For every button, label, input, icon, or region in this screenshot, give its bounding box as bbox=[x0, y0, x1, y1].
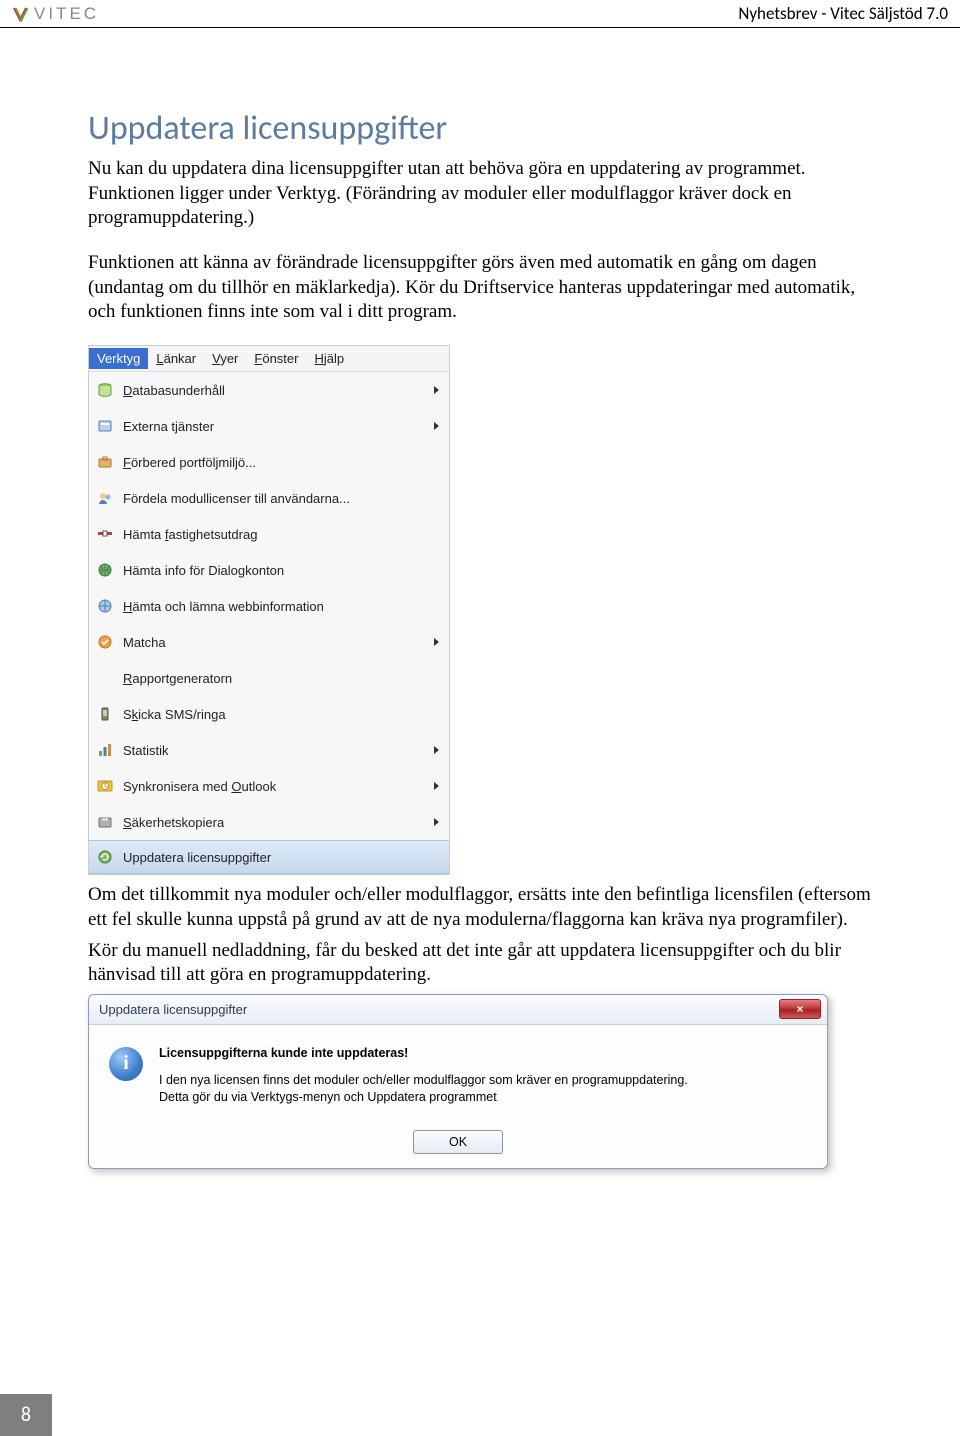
menu-item-label: Externa tjänster bbox=[123, 419, 426, 434]
menu-item-label: Skicka SMS/ringa bbox=[123, 707, 439, 722]
paragraph-4: Kör du manuell nedladdning, får du beske… bbox=[88, 939, 872, 988]
dialog-line2: Detta gör du via Verktygs-menyn och Uppd… bbox=[159, 1089, 688, 1106]
update-icon bbox=[95, 847, 115, 867]
page-number: 8 bbox=[0, 1394, 52, 1436]
menu-item-label: Förbered portföljmiljö... bbox=[123, 455, 439, 470]
briefcase-icon bbox=[95, 452, 115, 472]
close-button[interactable]: × bbox=[779, 999, 821, 1019]
paragraph-1: Nu kan du uppdatera dina licensuppgifter… bbox=[88, 157, 872, 231]
dialog-message: Licensuppgifterna kunde inte uppdateras!… bbox=[159, 1045, 688, 1106]
menu-item-1[interactable]: Externa tjänster bbox=[89, 408, 449, 444]
menu-item-label: Databasunderhåll bbox=[123, 383, 426, 398]
menu-top-vyer[interactable]: Vyer bbox=[204, 348, 246, 369]
menu-item-8[interactable]: Rapportgeneratorn bbox=[89, 660, 449, 696]
menu-top-lankar[interactable]: Länkar bbox=[148, 348, 204, 369]
chart-icon bbox=[95, 740, 115, 760]
menu-item-2[interactable]: Förbered portföljmiljö... bbox=[89, 444, 449, 480]
menu-item-label: Matcha bbox=[123, 635, 426, 650]
close-icon: × bbox=[796, 1002, 803, 1016]
match-icon bbox=[95, 632, 115, 652]
menu-item-3[interactable]: Fördela modullicenser till användarna... bbox=[89, 480, 449, 516]
dialog-screenshot: Uppdatera licensuppgifter × i Licensuppg… bbox=[88, 994, 828, 1169]
chevron-right-icon bbox=[434, 422, 439, 430]
logo-text: VITEC bbox=[34, 4, 99, 24]
page-header: VITEC Nyhetsbrev - Vitec Säljstöd 7.0 bbox=[0, 0, 960, 28]
backup-icon bbox=[95, 812, 115, 832]
menu-top-hjalp[interactable]: Hjälp bbox=[306, 348, 352, 369]
newsletter-title: Nyhetsbrev - Vitec Säljstöd 7.0 bbox=[738, 3, 948, 24]
services-icon bbox=[95, 416, 115, 436]
menu-top-fonster[interactable]: Fönster bbox=[246, 348, 306, 369]
menu-item-6[interactable]: Hämta och lämna webbinformation bbox=[89, 588, 449, 624]
web-icon bbox=[95, 596, 115, 616]
outlook-icon bbox=[95, 776, 115, 796]
menu-top-verktyg[interactable]: Verktyg bbox=[89, 348, 148, 369]
menu-item-label: Uppdatera licensuppgifter bbox=[123, 850, 439, 865]
menu-item-label: Synkronisera med Outlook bbox=[123, 779, 426, 794]
dialog-line1: I den nya licensen finns det moduler och… bbox=[159, 1072, 688, 1089]
menu-item-12[interactable]: Säkerhetskopiera bbox=[89, 804, 449, 840]
menu-item-label: Statistik bbox=[123, 743, 426, 758]
menu-item-11[interactable]: Synkronisera med Outlook bbox=[89, 768, 449, 804]
info-icon: i bbox=[109, 1047, 143, 1081]
dropdown-menu: Databasunderhåll Externa tjänster Förbered… bbox=[89, 371, 449, 874]
dialog-buttons: OK bbox=[89, 1122, 827, 1168]
chevron-right-icon bbox=[434, 386, 439, 394]
logo-mark-icon bbox=[12, 6, 28, 22]
menu-screenshot: Verktyg Länkar Vyer Fönster Hjälp Databa… bbox=[88, 345, 450, 875]
page-content: Uppdatera licensuppgifter Nu kan du uppd… bbox=[0, 28, 960, 1169]
page-title: Uppdatera licensuppgifter bbox=[88, 108, 872, 149]
chevron-right-icon bbox=[434, 746, 439, 754]
property-icon bbox=[95, 524, 115, 544]
dialog-title: Uppdatera licensuppgifter bbox=[99, 1002, 247, 1017]
dialog-body: i Licensuppgifterna kunde inte uppdatera… bbox=[89, 1025, 827, 1122]
menu-item-7[interactable]: Matcha bbox=[89, 624, 449, 660]
dialog-headline: Licensuppgifterna kunde inte uppdateras! bbox=[159, 1045, 688, 1062]
menu-item-label: Säkerhetskopiera bbox=[123, 815, 426, 830]
logo: VITEC bbox=[12, 4, 99, 24]
phone-icon bbox=[95, 704, 115, 724]
menu-item-5[interactable]: Hämta info för Dialogkonton bbox=[89, 552, 449, 588]
dialog-titlebar: Uppdatera licensuppgifter × bbox=[89, 995, 827, 1025]
paragraph-2: Funktionen att känna av förändrade licen… bbox=[88, 251, 872, 325]
menu-item-10[interactable]: Statistik bbox=[89, 732, 449, 768]
users-icon bbox=[95, 488, 115, 508]
database-icon bbox=[95, 380, 115, 400]
chevron-right-icon bbox=[434, 818, 439, 826]
paragraph-3: Om det tillkommit nya moduler och/eller … bbox=[88, 883, 872, 932]
blank-icon bbox=[95, 668, 115, 688]
menu-item-13[interactable]: Uppdatera licensuppgifter bbox=[89, 840, 449, 874]
menu-item-label: Hämta fastighetsutdrag bbox=[123, 527, 439, 542]
menu-item-label: Hämta och lämna webbinformation bbox=[123, 599, 439, 614]
menu-bar: Verktyg Länkar Vyer Fönster Hjälp bbox=[89, 346, 449, 371]
menu-item-0[interactable]: Databasunderhåll bbox=[89, 372, 449, 408]
chevron-right-icon bbox=[434, 638, 439, 646]
menu-item-label: Fördela modullicenser till användarna... bbox=[123, 491, 439, 506]
menu-item-label: Rapportgeneratorn bbox=[123, 671, 439, 686]
menu-item-4[interactable]: Hämta fastighetsutdrag bbox=[89, 516, 449, 552]
menu-item-9[interactable]: Skicka SMS/ringa bbox=[89, 696, 449, 732]
globe-icon bbox=[95, 560, 115, 580]
menu-item-label: Hämta info för Dialogkonton bbox=[123, 563, 439, 578]
chevron-right-icon bbox=[434, 782, 439, 790]
ok-button[interactable]: OK bbox=[413, 1130, 503, 1154]
